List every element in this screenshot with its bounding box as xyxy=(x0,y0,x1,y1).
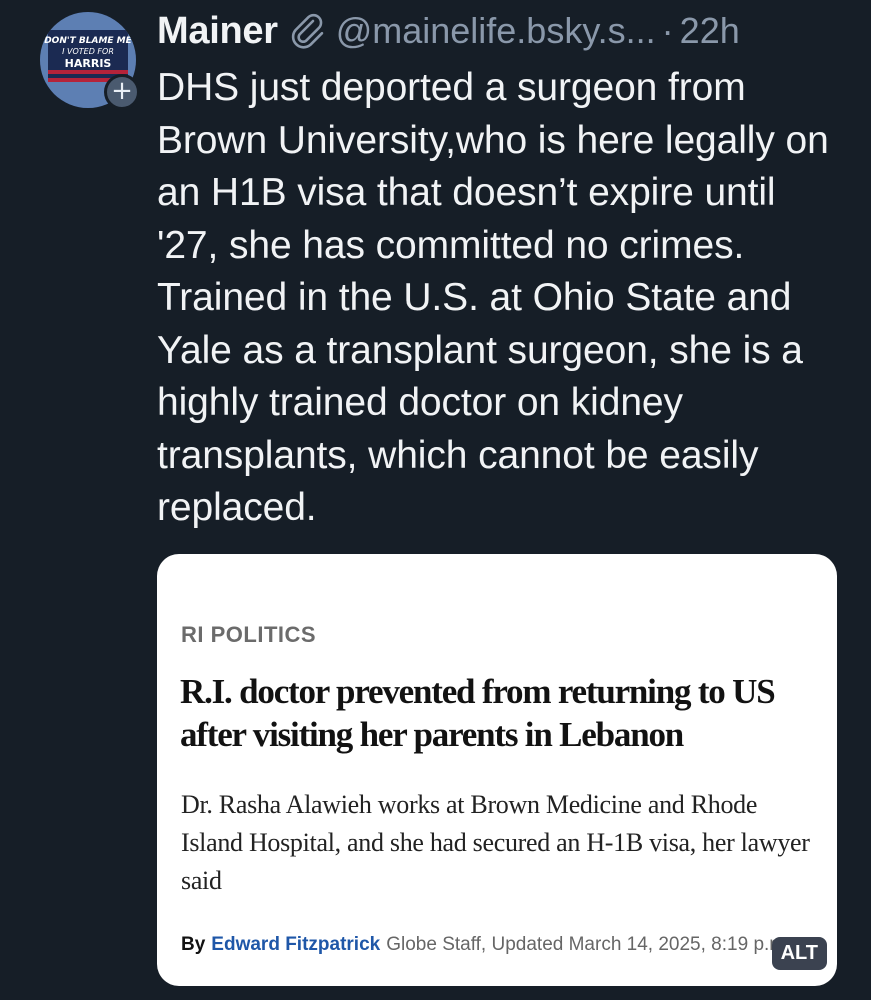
byline-prefix: By xyxy=(181,934,206,955)
separator-dot: · xyxy=(661,10,674,51)
paperclip-icon xyxy=(288,11,328,51)
card-summary: Dr. Rasha Alawieh works at Brown Medicin… xyxy=(181,790,810,895)
avatar-flag-text-1: DON'T BLAME ME xyxy=(44,36,132,46)
byline-author-link[interactable]: Edward Fitzpatrick xyxy=(211,934,380,955)
author-handle[interactable]: @mainelife.bsky.s... xyxy=(336,10,656,52)
avatar-flag-text-2: I VOTED FOR xyxy=(62,47,114,56)
post-header: Mainer @mainelife.bsky.s... · 22h xyxy=(157,8,740,54)
follow-button[interactable]: + xyxy=(104,74,140,110)
card-headline: R.I. doctor prevented from returning to … xyxy=(180,672,776,754)
post-timestamp[interactable]: 22h xyxy=(680,10,740,52)
avatar-container[interactable]: DON'T BLAME ME I VOTED FOR HARRIS + xyxy=(40,12,140,110)
link-card[interactable]: RI POLITICS R.I. doctor prevented from r… xyxy=(157,554,837,986)
post-text: DHS just deported a surgeon from Brown U… xyxy=(157,66,829,529)
alt-text-button[interactable]: ALT xyxy=(771,937,827,970)
card-section-label: RI POLITICS xyxy=(181,622,317,647)
byline-meta: Globe Staff, Updated March 14, 2025, 8:1… xyxy=(386,934,791,955)
plus-icon: + xyxy=(111,76,133,106)
author-display-name[interactable]: Mainer xyxy=(157,10,278,53)
card-byline: By Edward Fitzpatrick Globe Staff, Updated… xyxy=(181,934,790,956)
avatar-flag-text-3: HARRIS xyxy=(65,57,112,70)
